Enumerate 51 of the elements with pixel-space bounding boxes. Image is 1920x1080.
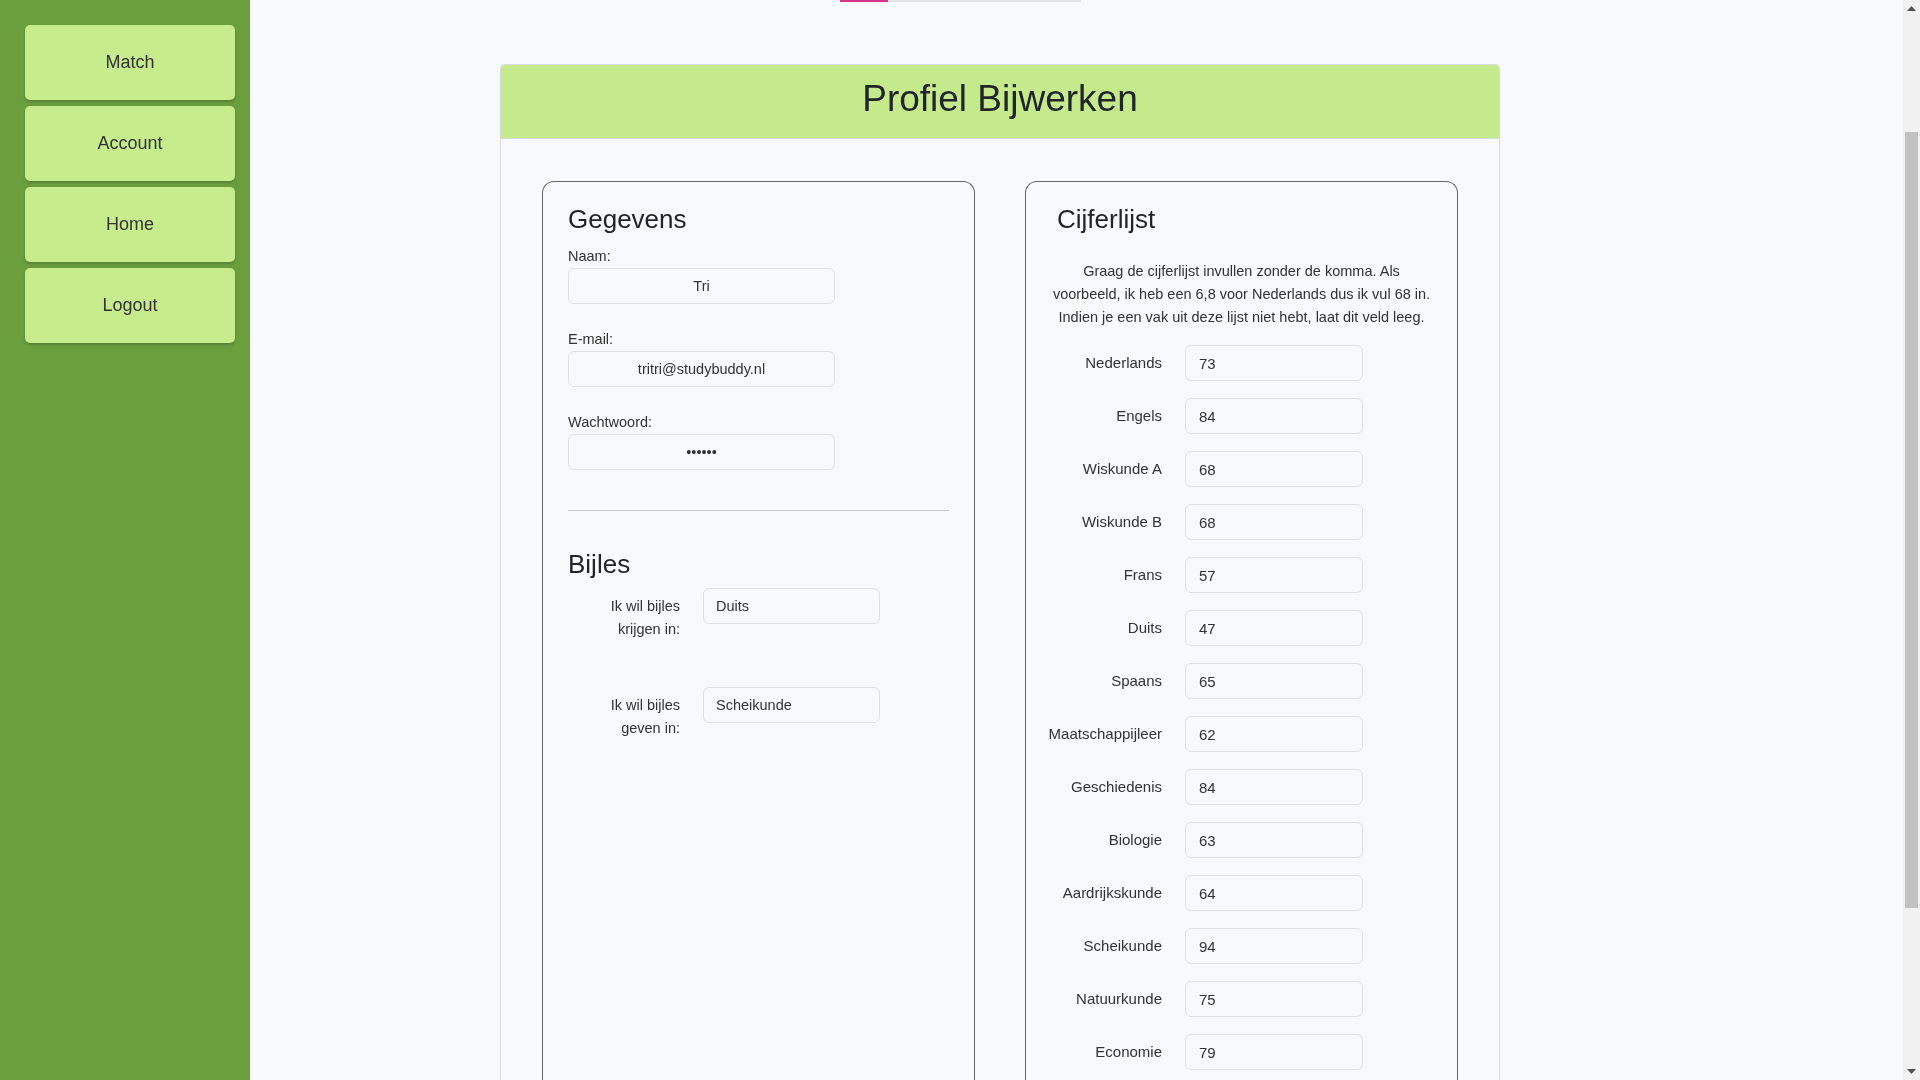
instruction-text: Graag de cijferlijst invullen zonder de komma. Als voorbeeld, ik heb een 6,8 voor Nederlands dus ik vul 68 in. Indien je een vak uit deze lijst niet hebt, laat dit veld leeg. (1051, 262, 1432, 327)
nav-button[interactable]: Logout (25, 268, 235, 343)
section-heading: Gegevens (568, 204, 688, 235)
grade-label: Biologie (1107, 830, 1162, 850)
grade-field[interactable]: 57 (1185, 557, 1363, 593)
grade-label: Economie (1094, 1042, 1162, 1062)
grade-field[interactable]: 62 (1185, 716, 1363, 752)
field-label: Wachtwoord: (568, 413, 653, 432)
grade-field[interactable]: 73 (1185, 345, 1363, 381)
grade-field[interactable]: 65 (1185, 663, 1363, 699)
grade-label: Wiskunde A (1081, 459, 1162, 479)
scroll-up-icon[interactable] (1907, 6, 1916, 11)
nav-button[interactable]: Account (25, 106, 235, 181)
text-field[interactable]: tritri@studybuddy.nl (568, 351, 835, 387)
field-label: Ik wil bijles krijgen in: (609, 597, 680, 639)
grade-field[interactable]: 79 (1185, 1034, 1363, 1070)
field-label: E-mail: (568, 330, 614, 349)
grade-field[interactable]: 84 (1185, 398, 1363, 434)
section-heading: Cijferlijst (1057, 204, 1157, 235)
grade-label: Maatschappijleer (1047, 724, 1162, 744)
grade-field[interactable]: 64 (1185, 875, 1363, 911)
grade-field[interactable]: 68 (1185, 504, 1363, 540)
text-field[interactable]: Tri (568, 268, 835, 304)
grade-label: Duits (1126, 618, 1162, 638)
text-field[interactable]: •••••• (568, 434, 835, 470)
grade-label: Scheikunde (1082, 936, 1162, 956)
nav-button[interactable]: Match (25, 25, 235, 100)
section-heading: Bijles (568, 549, 632, 580)
grade-label: Spaans (1110, 671, 1162, 691)
grade-label: Engels (1115, 406, 1162, 426)
scrollbar-thumb[interactable] (1905, 132, 1918, 908)
subject-field[interactable]: Duits (703, 588, 880, 624)
scroll-down-icon[interactable] (1907, 1069, 1916, 1074)
grade-label: Frans (1122, 565, 1162, 585)
grade-field[interactable]: 84 (1185, 769, 1363, 805)
grade-field[interactable]: 47 (1185, 610, 1363, 646)
grade-field[interactable]: 94 (1185, 928, 1363, 964)
grade-label: Natuurkunde (1075, 989, 1162, 1009)
page-title: Profiel Bijwerken (862, 76, 1138, 121)
grade-field[interactable]: 63 (1185, 822, 1363, 858)
subject-field[interactable]: Scheikunde (703, 687, 880, 723)
grade-field[interactable]: 68 (1185, 451, 1363, 487)
grade-label: Aardrijkskunde (1061, 883, 1162, 903)
scrollbar[interactable] (1903, 0, 1920, 1080)
grade-label: Nederlands (1084, 353, 1162, 373)
field-label: Naam: (568, 247, 611, 266)
grade-label: Wiskunde B (1080, 512, 1162, 532)
grade-label: Geschiedenis (1070, 777, 1162, 797)
field-label: Ik wil bijles geven in: (609, 696, 680, 738)
grade-field[interactable]: 75 (1185, 981, 1363, 1017)
nav-button[interactable]: Home (25, 187, 235, 262)
